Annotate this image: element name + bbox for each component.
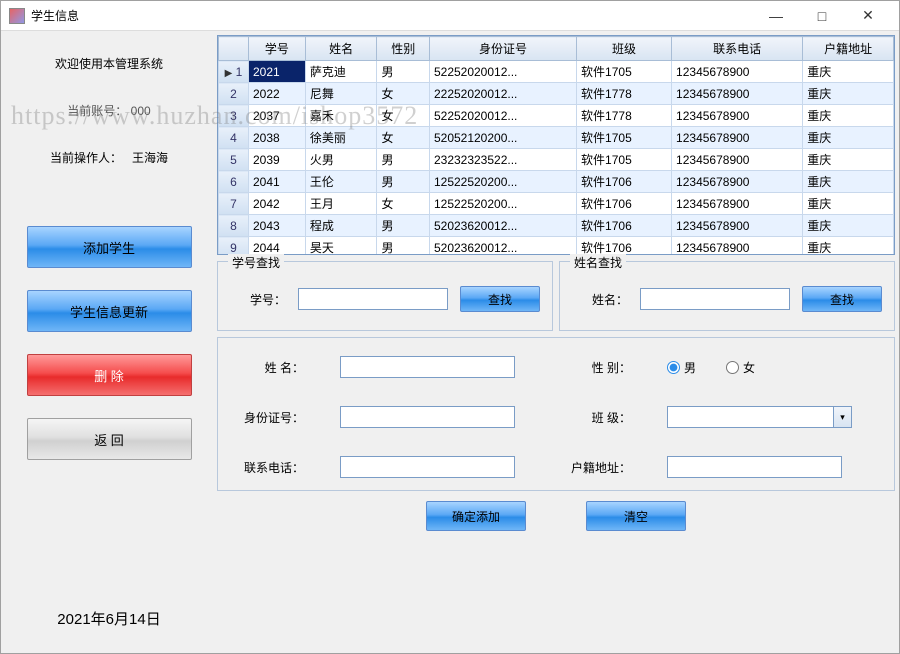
data-grid[interactable]: 学号姓名性别身份证号班级联系电话户籍地址▶ 12021萨克迪男522520200… — [217, 35, 895, 255]
maximize-button[interactable]: □ — [799, 2, 845, 30]
table-row[interactable]: 92044昊天男52023620012...软件170612345678900重… — [219, 237, 894, 256]
close-button[interactable]: ✕ — [845, 2, 891, 30]
column-header[interactable]: 性别 — [377, 37, 430, 61]
column-header[interactable]: 身份证号 — [429, 37, 576, 61]
column-header[interactable]: 联系电话 — [672, 37, 803, 61]
sex-male-radio[interactable]: 男 — [667, 359, 696, 376]
row-header[interactable]: 2 — [219, 83, 249, 105]
welcome-text: 欢迎使用本管理系统 — [55, 55, 163, 72]
table-row[interactable]: 72042王月女12522520200...软件170612345678900重… — [219, 193, 894, 215]
search-id-label: 学号： — [230, 291, 286, 308]
row-header[interactable]: 8 — [219, 215, 249, 237]
search-name-button[interactable]: 查找 — [802, 286, 882, 312]
add-form: 姓 名： 性 别： 男 女 身份证号： 班 级： ▾ 联系电话： — [217, 337, 895, 491]
form-class-input[interactable] — [667, 406, 834, 428]
app-icon — [9, 8, 25, 24]
table-row[interactable]: 22022尼舞女22252020012...软件177812345678900重… — [219, 83, 894, 105]
search-name-legend: 姓名查找 — [570, 254, 626, 271]
back-button[interactable]: 返 回 — [27, 418, 192, 460]
column-header[interactable]: 班级 — [577, 37, 672, 61]
operator-line: 当前操作人： 王海海 — [50, 149, 168, 166]
row-header[interactable]: ▶ 1 — [219, 61, 249, 83]
form-class-label: 班 级： — [561, 409, 631, 426]
search-by-id-group: 学号查找 学号： 查找 — [217, 261, 553, 331]
table-row[interactable]: 52039火男男23232323522...软件170512345678900重… — [219, 149, 894, 171]
window-title: 学生信息 — [31, 7, 753, 24]
sex-female-radio[interactable]: 女 — [726, 359, 755, 376]
main-area: 学号姓名性别身份证号班级联系电话户籍地址▶ 12021萨克迪男522520200… — [217, 35, 895, 649]
row-header[interactable]: 7 — [219, 193, 249, 215]
row-header[interactable]: 9 — [219, 237, 249, 256]
form-tel-label: 联系电话： — [234, 459, 304, 476]
update-student-button[interactable]: 学生信息更新 — [27, 290, 192, 332]
search-name-input[interactable] — [640, 288, 790, 310]
form-class-combo[interactable]: ▾ — [667, 406, 852, 428]
search-name-label: 姓名： — [572, 291, 628, 308]
row-header[interactable]: 5 — [219, 149, 249, 171]
app-window: 学生信息 — □ ✕ https://www.huzhan.com/ishop3… — [0, 0, 900, 654]
column-header[interactable]: 学号 — [249, 37, 306, 61]
table-row[interactable]: ▶ 12021萨克迪男52252020012...软件1705123456789… — [219, 61, 894, 83]
titlebar[interactable]: 学生信息 — □ ✕ — [1, 1, 899, 31]
form-sex-label: 性 别： — [561, 359, 631, 376]
form-addr-input[interactable] — [667, 456, 842, 478]
confirm-add-button[interactable]: 确定添加 — [426, 501, 526, 531]
sidebar: 欢迎使用本管理系统 当前账号： 000 当前操作人： 王海海 添加学生 学生信息… — [5, 35, 213, 649]
form-name-input[interactable] — [340, 356, 515, 378]
minimize-button[interactable]: — — [753, 2, 799, 30]
form-tel-input[interactable] — [340, 456, 515, 478]
delete-button[interactable]: 删 除 — [27, 354, 192, 396]
add-student-button[interactable]: 添加学生 — [27, 226, 192, 268]
date-label: 2021年6月14日 — [57, 608, 160, 629]
account-line: 当前账号： 000 — [67, 102, 150, 119]
search-id-legend: 学号查找 — [228, 254, 284, 271]
account-label: 当前账号： — [67, 104, 127, 118]
column-header[interactable]: 姓名 — [305, 37, 377, 61]
row-header[interactable]: 6 — [219, 171, 249, 193]
row-header[interactable]: 3 — [219, 105, 249, 127]
table-row[interactable]: 82043程成男52023620012...软件170612345678900重… — [219, 215, 894, 237]
table-row[interactable]: 32037嘉禾女52252020012...软件177812345678900重… — [219, 105, 894, 127]
form-name-label: 姓 名： — [234, 359, 304, 376]
table-row[interactable]: 42038徐美丽女52052120200...软件170512345678900… — [219, 127, 894, 149]
row-header[interactable]: 4 — [219, 127, 249, 149]
table-row[interactable]: 62041王伦男12522520200...软件170612345678900重… — [219, 171, 894, 193]
search-id-input[interactable] — [298, 288, 448, 310]
form-idc-input[interactable] — [340, 406, 515, 428]
search-row: 学号查找 学号： 查找 姓名查找 姓名： 查找 — [217, 261, 895, 331]
form-sex-group: 男 女 — [667, 359, 852, 376]
operator-value: 王海海 — [132, 151, 168, 165]
form-addr-label: 户籍地址： — [561, 459, 631, 476]
chevron-down-icon[interactable]: ▾ — [834, 406, 852, 428]
operator-label: 当前操作人： — [50, 151, 122, 165]
search-id-button[interactable]: 查找 — [460, 286, 540, 312]
form-buttons: 确定添加 清空 — [217, 501, 895, 531]
column-header[interactable]: 户籍地址 — [803, 37, 894, 61]
form-idc-label: 身份证号： — [234, 409, 304, 426]
search-by-name-group: 姓名查找 姓名： 查找 — [559, 261, 895, 331]
clear-button[interactable]: 清空 — [586, 501, 686, 531]
account-value: 000 — [131, 104, 151, 118]
content: https://www.huzhan.com/ishop3572 欢迎使用本管理… — [1, 31, 899, 653]
